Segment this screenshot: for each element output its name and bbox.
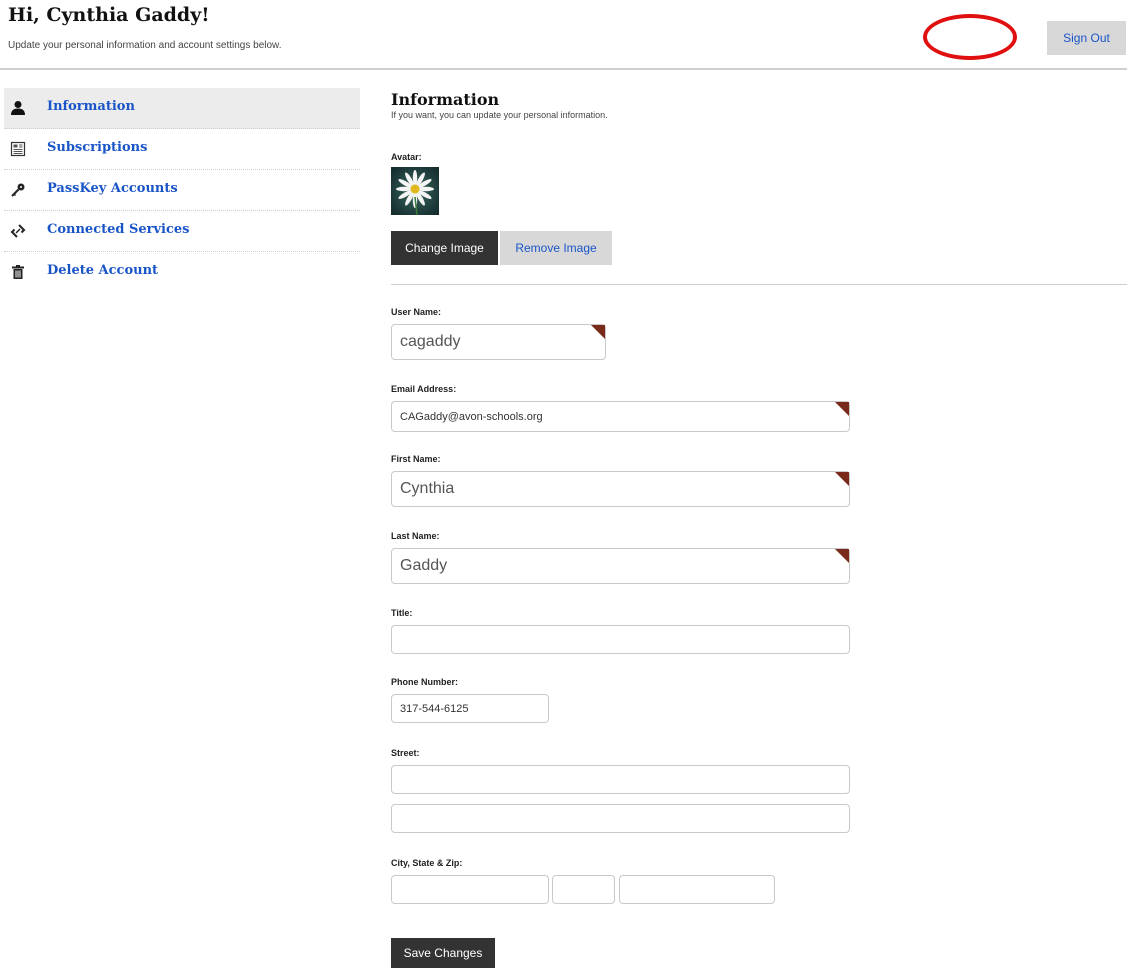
required-marker — [591, 325, 605, 339]
required-marker — [835, 549, 849, 563]
title-label: Title: — [391, 608, 413, 618]
change-image-button[interactable]: Change Image — [391, 231, 498, 265]
sidebar-item-label: Connected Services — [47, 222, 190, 237]
trash-icon — [12, 265, 24, 279]
remove-image-button[interactable]: Remove Image — [500, 231, 612, 265]
last-name-label: Last Name: — [391, 531, 440, 541]
avatar-image — [391, 167, 439, 215]
section-title: Information — [391, 90, 500, 109]
red-annotation-circle — [923, 14, 1017, 60]
sidebar-item-label: Subscriptions — [47, 140, 148, 155]
greeting-title: Hi, Cynthia Gaddy! — [8, 4, 210, 26]
sidebar-item-label: Information — [47, 99, 135, 114]
section-divider — [391, 284, 1127, 285]
email-label: Email Address: — [391, 384, 457, 394]
sidebar-item-subscriptions[interactable]: Subscriptions — [4, 129, 360, 170]
street-line1-input[interactable] — [391, 765, 850, 794]
link-icon — [10, 224, 26, 238]
sign-out-button[interactable]: Sign Out — [1047, 21, 1126, 55]
state-input[interactable] — [552, 875, 615, 904]
sidebar-item-delete-account[interactable]: Delete Account — [4, 252, 360, 292]
first-name-input[interactable] — [391, 471, 850, 507]
title-input[interactable] — [391, 625, 850, 654]
phone-input[interactable] — [391, 694, 549, 723]
page-header: Hi, Cynthia Gaddy! Update your personal … — [0, 0, 1127, 70]
account-sidebar: Information Subscriptions PassKey Accoun… — [4, 88, 360, 292]
street-line2-input[interactable] — [391, 804, 850, 833]
save-changes-button[interactable]: Save Changes — [391, 938, 495, 968]
first-name-label: First Name: — [391, 454, 441, 464]
sidebar-item-label: PassKey Accounts — [47, 181, 178, 196]
username-label: User Name: — [391, 307, 442, 317]
email-input[interactable] — [391, 401, 850, 432]
daisy-flower-image — [396, 170, 434, 215]
user-icon — [11, 101, 25, 115]
sidebar-item-passkey-accounts[interactable]: PassKey Accounts — [4, 170, 360, 211]
required-marker — [835, 472, 849, 486]
section-subtitle: If you want, you can update your persona… — [391, 110, 608, 120]
last-name-input[interactable] — [391, 548, 850, 584]
sidebar-item-information[interactable]: Information — [4, 88, 360, 129]
required-marker — [835, 402, 849, 416]
newspaper-icon — [10, 141, 26, 157]
city-input[interactable] — [391, 875, 549, 904]
username-input[interactable] — [391, 324, 606, 360]
city-state-zip-label: City, State & Zip: — [391, 858, 463, 868]
phone-label: Phone Number: — [391, 677, 459, 687]
avatar-label: Avatar: — [391, 152, 422, 162]
street-label: Street: — [391, 748, 420, 758]
key-icon — [11, 183, 25, 197]
zip-input[interactable] — [619, 875, 775, 904]
sidebar-item-label: Delete Account — [47, 263, 159, 278]
greeting-subtitle: Update your personal information and acc… — [8, 40, 282, 51]
sidebar-item-connected-services[interactable]: Connected Services — [4, 211, 360, 252]
